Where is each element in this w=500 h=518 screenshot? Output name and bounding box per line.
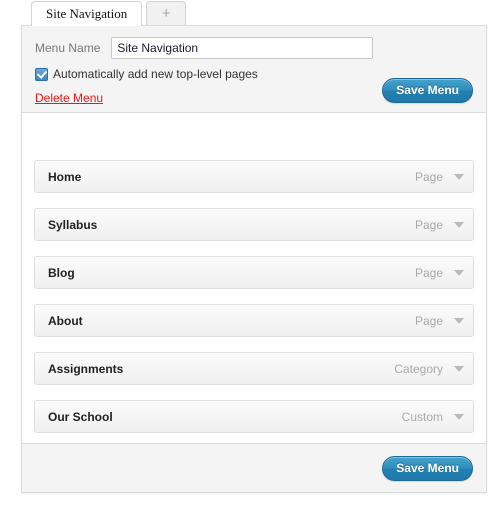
table-row[interactable]: Assignments Category bbox=[34, 352, 474, 385]
save-menu-button-bottom[interactable]: Save Menu bbox=[382, 455, 473, 481]
menu-item-type: Page bbox=[414, 217, 443, 232]
menu-item-title: Blog bbox=[48, 265, 75, 280]
chevron-down-icon[interactable] bbox=[454, 173, 464, 180]
table-row[interactable]: Our School Custom bbox=[34, 400, 474, 433]
tab-site-navigation[interactable]: Site Navigation bbox=[31, 1, 143, 26]
table-row[interactable]: Syllabus Page bbox=[34, 208, 474, 241]
menu-item-type: Category bbox=[394, 361, 443, 376]
menu-name-row: Menu Name bbox=[35, 36, 473, 59]
chevron-down-icon[interactable] bbox=[454, 413, 464, 420]
menu-item-title: About bbox=[48, 313, 83, 328]
menu-editor-footer: Save Menu bbox=[22, 443, 486, 492]
table-row[interactable]: Home Page bbox=[34, 160, 474, 193]
auto-add-pages-label: Automatically add new top-level pages bbox=[53, 67, 258, 81]
menu-item-type: Custom bbox=[401, 409, 443, 424]
menu-item-title: Syllabus bbox=[48, 217, 98, 232]
chevron-down-icon[interactable] bbox=[454, 365, 464, 372]
menu-tab-strip: Site Navigation + bbox=[0, 0, 500, 26]
menu-item-title: Our School bbox=[48, 409, 113, 424]
chevron-down-icon[interactable] bbox=[454, 269, 464, 276]
menu-item-type: Page bbox=[414, 265, 443, 280]
plus-icon: + bbox=[161, 5, 171, 22]
menu-editor-panel: Menu Name Automatically add new top-leve… bbox=[21, 25, 487, 493]
menu-name-label: Menu Name bbox=[35, 40, 101, 55]
auto-add-pages-checkbox[interactable] bbox=[35, 67, 48, 81]
chevron-down-icon[interactable] bbox=[454, 221, 464, 228]
menu-item-type: Page bbox=[414, 169, 443, 184]
chevron-down-icon[interactable] bbox=[454, 317, 464, 324]
menu-item-type: Page bbox=[414, 313, 443, 328]
tab-site-navigation-label: Site Navigation bbox=[46, 6, 128, 21]
save-menu-button-top[interactable]: Save Menu bbox=[382, 78, 473, 103]
delete-menu-link[interactable]: Delete Menu bbox=[35, 91, 103, 105]
tab-add-menu[interactable]: + bbox=[146, 1, 187, 26]
menu-item-title: Home bbox=[48, 169, 82, 184]
menu-items-list: Home Page Syllabus Page Blog Page About … bbox=[22, 113, 486, 443]
menu-settings-header: Menu Name Automatically add new top-leve… bbox=[22, 26, 486, 113]
menu-item-title: Assignments bbox=[48, 361, 124, 376]
table-row[interactable]: Blog Page bbox=[34, 256, 474, 289]
menu-name-input[interactable] bbox=[111, 36, 374, 59]
table-row[interactable]: About Page bbox=[34, 304, 474, 337]
